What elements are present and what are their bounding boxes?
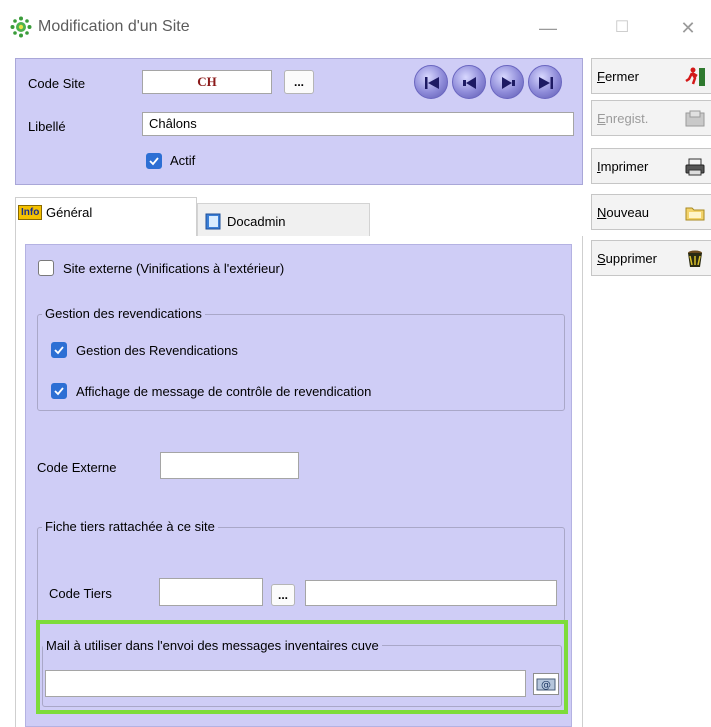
code-tiers-browse-button[interactable]: ... <box>271 584 295 606</box>
imprimer-button[interactable]: Imprimer <box>591 148 711 184</box>
supprimer-button[interactable]: Supprimer <box>591 240 711 276</box>
libelle-label: Libellé <box>28 119 66 134</box>
checkmark-icon <box>149 157 159 166</box>
checkmark-icon <box>54 387 64 396</box>
info-badge-icon: Info <box>18 205 43 220</box>
previous-record-button[interactable] <box>452 65 486 99</box>
last-record-icon <box>539 77 553 89</box>
tab-general-label: Général <box>46 205 93 220</box>
enregistrer-button[interactable]: Enregist. <box>591 100 711 136</box>
affichage-message-label: Affichage de message de contrôle de reve… <box>76 384 372 399</box>
mail-group-title: Mail à utiliser dans l'envoi des message… <box>43 638 382 653</box>
minimize-button[interactable]: — <box>526 12 570 44</box>
site-externe-checkbox[interactable] <box>38 260 54 276</box>
first-record-icon <box>425 77 439 89</box>
app-icon <box>10 16 32 38</box>
code-externe-label: Code Externe <box>37 460 117 475</box>
affichage-message-checkbox[interactable] <box>51 383 67 399</box>
enregistrer-label: Enregist. <box>597 111 649 126</box>
tiers-name-input[interactable] <box>305 580 557 606</box>
fiche-tiers-group <box>37 527 565 622</box>
code-tiers-label: Code Tiers <box>49 586 112 601</box>
next-record-icon <box>502 77 515 89</box>
at-sign-envelope-icon: @ <box>536 678 556 691</box>
code-site-label: Code Site <box>28 76 86 91</box>
code-tiers-input[interactable] <box>159 578 263 606</box>
tab-docadmin-label: Docadmin <box>227 214 286 229</box>
site-header-panel: Code Site CH ... Libellé Châlons Actif <box>15 58 583 185</box>
send-mail-button[interactable]: @ <box>533 673 559 695</box>
code-externe-input[interactable] <box>160 452 299 479</box>
title-bar: Modification d'un Site — ☐ ✕ <box>0 0 711 56</box>
actif-label: Actif <box>170 153 196 168</box>
maximize-button[interactable]: ☐ <box>600 12 644 44</box>
fiche-tiers-group-title: Fiche tiers rattachée à ce site <box>42 519 218 534</box>
trash-can-icon <box>688 250 702 267</box>
svg-text:@: @ <box>541 680 551 691</box>
checkmark-icon <box>54 346 64 355</box>
window-title: Modification d'un Site <box>38 18 190 35</box>
save-icon <box>685 110 705 127</box>
code-site-input[interactable]: CH <box>142 70 272 94</box>
fermer-label: Fermer <box>597 69 639 84</box>
gestion-revendications-checkbox[interactable] <box>51 342 67 358</box>
close-button[interactable]: ✕ <box>666 12 710 44</box>
code-site-browse-button[interactable]: ... <box>284 70 314 94</box>
actif-checkbox[interactable] <box>146 153 162 169</box>
exit-running-man-icon <box>685 67 705 86</box>
new-folder-icon <box>685 207 705 221</box>
revendications-group-title: Gestion des revendications <box>42 306 205 321</box>
imprimer-label: Imprimer <box>597 159 649 174</box>
nouveau-button[interactable]: Nouveau <box>591 194 711 230</box>
site-externe-label: Site externe (Vinifications à l'extérieu… <box>63 261 285 276</box>
gestion-revendications-label: Gestion des Revendications <box>76 343 238 358</box>
next-record-button[interactable] <box>490 65 524 99</box>
previous-record-icon <box>463 77 476 89</box>
fermer-button[interactable]: Fermer <box>591 58 711 94</box>
mail-input[interactable] <box>45 670 526 697</box>
first-record-button[interactable] <box>414 65 448 99</box>
libelle-input[interactable]: Châlons <box>142 112 574 136</box>
supprimer-label: Supprimer <box>597 251 657 266</box>
notebook-icon <box>205 213 221 230</box>
tab-docadmin[interactable]: Docadmin <box>197 203 370 237</box>
nouveau-label: Nouveau <box>597 205 650 220</box>
printer-icon <box>685 158 705 176</box>
last-record-button[interactable] <box>528 65 562 99</box>
general-panel: Site externe (Vinifications à l'extérieu… <box>25 244 572 727</box>
tab-general[interactable]: Info Général <box>15 197 197 237</box>
